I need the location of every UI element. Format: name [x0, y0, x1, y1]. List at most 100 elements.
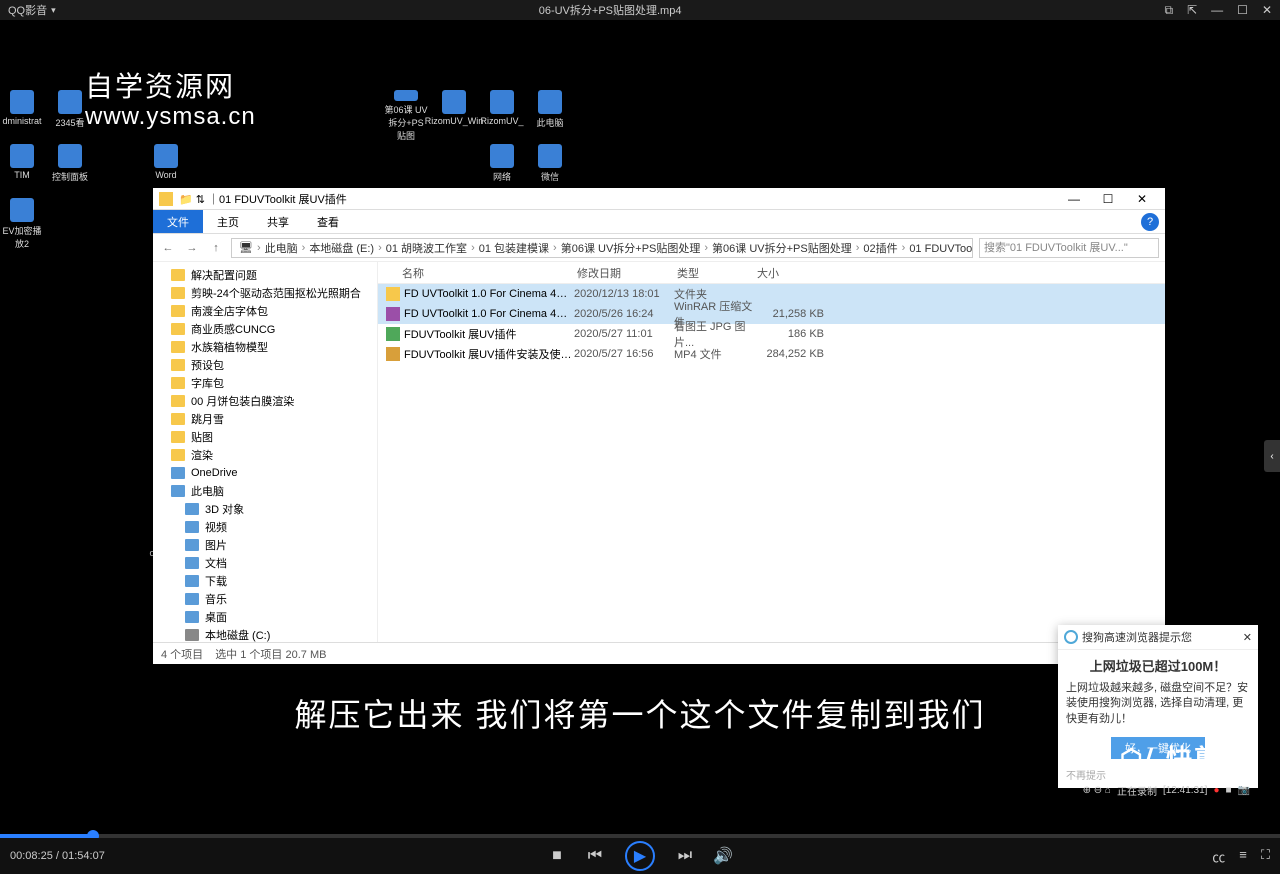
desktop-icon[interactable]	[0, 360, 44, 412]
desktop-icon[interactable]	[96, 144, 140, 196]
desktop-icon[interactable]: dministrat	[0, 90, 44, 142]
list-icon[interactable]: ≡	[1239, 847, 1247, 866]
desktop-icon[interactable]	[288, 90, 332, 142]
desktop-icon[interactable]: 第06课 UV拆分+PS贴图	[384, 90, 428, 142]
desktop-icon[interactable]	[96, 198, 140, 250]
desktop-icon[interactable]	[96, 522, 140, 574]
tree-item[interactable]: 图片	[153, 536, 377, 554]
desktop-icon[interactable]	[48, 252, 92, 304]
ribbon-view[interactable]: 查看	[303, 210, 353, 233]
close-icon[interactable]: ✕	[1243, 631, 1252, 644]
camera-icon[interactable]: 📷	[1238, 785, 1250, 796]
stop-icon[interactable]: ■	[1226, 785, 1232, 796]
desktop-icon[interactable]	[0, 522, 44, 574]
tree-item[interactable]: 水族箱植物模型	[153, 338, 377, 356]
tree-item[interactable]: 3D 对象	[153, 500, 377, 518]
prev-icon[interactable]: ⏮	[587, 848, 603, 864]
tree-item[interactable]: OneDrive	[153, 464, 377, 482]
side-panel-toggle[interactable]: ‹	[1264, 440, 1280, 472]
desktop-icon[interactable]: RizomUV_	[480, 90, 524, 142]
tree-item[interactable]: 此电脑	[153, 482, 377, 500]
kuaijianji-logo: ⬡⟨ 快剪辑	[1120, 739, 1250, 776]
pip-icon[interactable]: ⧉	[1165, 3, 1174, 18]
desktop-icon[interactable]	[336, 90, 380, 142]
file-row[interactable]: FD UVToolkit 1.0 For Cinema 4D R19...202…	[378, 304, 1165, 324]
desktop-icon[interactable]	[96, 468, 140, 520]
next-icon[interactable]: ⏭	[677, 848, 693, 864]
tree-item[interactable]: 商业质感CUNCG	[153, 320, 377, 338]
ribbon-share[interactable]: 共享	[253, 210, 303, 233]
desktop-icon[interactable]	[48, 414, 92, 466]
desktop-icon[interactable]	[48, 306, 92, 358]
window-title: 01 FDUVToolkit 展UV插件	[219, 191, 1057, 207]
tree-item[interactable]: 跳月雪	[153, 410, 377, 428]
titlebar: QQ影音 ▾ 06-UV拆分+PS贴图处理.mp4 ⧉ ⇱ — ☐ ✕	[0, 0, 1280, 20]
tree-item[interactable]: 渲染	[153, 446, 377, 464]
tree-item[interactable]: 视频	[153, 518, 377, 536]
tree-item[interactable]: 预设包	[153, 356, 377, 374]
desktop-icon[interactable]	[0, 252, 44, 304]
tree-item[interactable]: 解决配置问题	[153, 266, 377, 284]
desktop-icon[interactable]	[48, 522, 92, 574]
desktop-icon[interactable]	[96, 306, 140, 358]
tree-item[interactable]: 文档	[153, 554, 377, 572]
help-icon[interactable]: ?	[1141, 213, 1159, 231]
desktop-icon[interactable]: RizomUV_Win	[432, 90, 476, 142]
desktop-icon[interactable]	[48, 198, 92, 250]
nav-tree[interactable]: 解决配置问题剪映-24个驱动态范围抠松光照期合南渡全店字体包商业质感CUNCG水…	[153, 262, 378, 642]
explorer-titlebar[interactable]: 📁 ⇅ ｜ 01 FDUVToolkit 展UV插件 — ☐ ✕	[153, 188, 1165, 210]
search-input[interactable]: 搜索"01 FDUVToolkit 展UV..."	[979, 238, 1159, 258]
tree-item[interactable]: 桌面	[153, 608, 377, 626]
stop-icon[interactable]: ■	[549, 848, 565, 864]
video-area: 自学资源网 www.ysmsa.cn dministrat2345看第06课 U…	[0, 20, 1280, 836]
desktop-icon[interactable]	[0, 468, 44, 520]
desktop-icon[interactable]	[48, 360, 92, 412]
close-icon[interactable]: ✕	[1262, 3, 1272, 18]
volume-icon[interactable]: 🔊	[715, 848, 731, 864]
tree-item[interactable]: 下载	[153, 572, 377, 590]
column-headers[interactable]: 名称 修改日期 类型 大小	[378, 262, 1165, 284]
tree-item[interactable]: 本地磁盘 (C:)	[153, 626, 377, 642]
desktop-icon[interactable]: 此电脑	[528, 90, 572, 142]
desktop-icon[interactable]: TIM	[0, 144, 44, 196]
tree-item[interactable]: 贴图	[153, 428, 377, 446]
breadcrumb[interactable]: 🖥›此电脑›本地磁盘 (E:)›01 胡晓波工作室›01 包装建模课›第06课 …	[231, 238, 973, 258]
record-icon[interactable]: ●	[1213, 785, 1219, 796]
nav-back[interactable]: ←	[159, 242, 177, 254]
subtitle-icon[interactable]: ㏄	[1212, 847, 1225, 866]
tree-item[interactable]: 南渡全店字体包	[153, 302, 377, 320]
sogou-icon	[1064, 630, 1078, 644]
close-icon[interactable]: ✕	[1125, 192, 1159, 206]
maximize-icon[interactable]: ☐	[1091, 192, 1125, 206]
tree-item[interactable]: 00 月饼包装白膜渲染	[153, 392, 377, 410]
desktop-icon[interactable]	[0, 414, 44, 466]
minimize-icon[interactable]: —	[1057, 192, 1091, 206]
fullscreen-icon[interactable]: ⛶	[1261, 847, 1270, 866]
file-row[interactable]: FD UVToolkit 1.0 For Cinema 4D R19...202…	[378, 284, 1165, 304]
minimize-icon[interactable]: —	[1211, 3, 1223, 18]
play-button[interactable]: ▶	[625, 841, 655, 871]
tree-item[interactable]: 剪映-24个驱动态范围抠松光照期合	[153, 284, 377, 302]
nav-up[interactable]: ↑	[207, 242, 225, 254]
nav-forward[interactable]: →	[183, 242, 201, 254]
status-bar: 4 个项目 选中 1 个项目 20.7 MB	[153, 642, 1165, 664]
watermark: 自学资源网 www.ysmsa.cn	[85, 65, 256, 131]
file-row[interactable]: FDUVToolkit 展UV插件2020/5/27 11:01看图王 JPG …	[378, 324, 1165, 344]
ribbon-file[interactable]: 文件	[153, 210, 203, 233]
desktop-icon[interactable]: 控制面板	[48, 144, 92, 196]
tree-item[interactable]: 字库包	[153, 374, 377, 392]
video-title: 06-UV拆分+PS贴图处理.mp4	[56, 2, 1165, 18]
ribbon-home[interactable]: 主页	[203, 210, 253, 233]
desktop-icon[interactable]	[0, 306, 44, 358]
desktop-icon[interactable]	[96, 414, 140, 466]
subtitle: 解压它出来 我们将第一个这个文件复制到我们	[0, 690, 1280, 736]
desktop-icon[interactable]: EV加密播放2	[0, 198, 44, 250]
tree-item[interactable]: 音乐	[153, 590, 377, 608]
pin-icon[interactable]: ⇱	[1187, 3, 1197, 18]
maximize-icon[interactable]: ☐	[1237, 3, 1248, 18]
desktop-icon[interactable]	[96, 252, 140, 304]
popup-title: 上网垃圾已超过100M！	[1058, 650, 1258, 681]
desktop-icon[interactable]	[48, 468, 92, 520]
desktop-icon[interactable]	[96, 360, 140, 412]
file-row[interactable]: FDUVToolkit 展UV插件安装及使用方法2020/5/27 16:56M…	[378, 344, 1165, 364]
